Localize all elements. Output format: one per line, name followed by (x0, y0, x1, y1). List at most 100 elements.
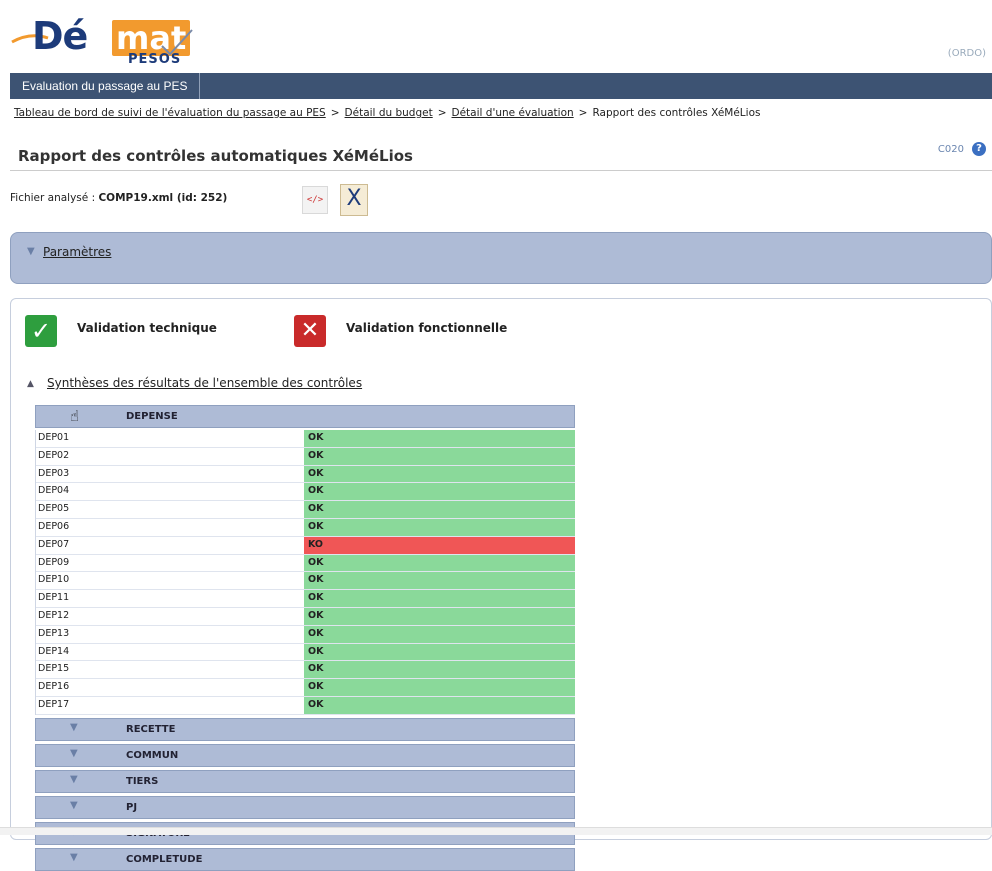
control-id: DEP16 (38, 681, 70, 693)
chevron-down-icon: ▼ (70, 773, 78, 785)
control-id: DEP11 (38, 592, 70, 604)
help-icon[interactable]: ? (972, 142, 986, 156)
control-id: DEP01 (38, 432, 70, 443)
synthesis-toggle-link[interactable]: Synthèses des résultats de l'ensemble de… (47, 376, 362, 390)
table-row: DEP09 OK (36, 554, 575, 573)
section-header-tiers[interactable]: ▼ TIERS (35, 769, 575, 793)
nav-tab-evaluation[interactable]: Evaluation du passage au PES (10, 73, 201, 99)
control-status: OK (304, 590, 575, 607)
table-row: DEP11 OK (36, 590, 575, 608)
logo-text-de: Dé (32, 14, 88, 58)
section-label: RECETTE (126, 723, 176, 735)
ordo-label: (ORDO) (947, 48, 986, 59)
control-id: DEP06 (38, 520, 70, 532)
title-row: Rapport des contrôles automatiques XéMéL… (10, 140, 992, 171)
section-label: DEPENSE (126, 411, 178, 422)
table-row: DEP06 OK (36, 518, 575, 537)
control-status: OK (304, 696, 575, 714)
file-label: Fichier analysé : (10, 192, 96, 204)
breadcrumb-separator: > (330, 107, 340, 119)
table-row: DEP17 OK (36, 696, 575, 715)
params-panel: ▼ Paramètres (10, 232, 992, 284)
table-row: DEP16 OK (36, 679, 575, 697)
depense-rows: DEP01 OK DEP02 OK DEP03 OK DEP04 OK DEP05 OK DEP06… (35, 430, 575, 715)
breadcrumb-link-budget[interactable]: Détail du budget (345, 107, 433, 119)
page-title: Rapport des contrôles automatiques XéMéL… (18, 147, 413, 165)
table-row: DEP10 OK (36, 572, 575, 591)
check-icon: ✓ (25, 315, 57, 347)
table-row: DEP05 OK (36, 501, 575, 519)
control-status: OK (304, 607, 575, 625)
control-id: DEP02 (38, 449, 70, 461)
file-name: COMP19.xml (id: 252) (98, 192, 228, 204)
chevron-up-icon[interactable]: ▲ (27, 379, 34, 389)
chevron-down-icon: ▼ (70, 721, 78, 733)
control-id: DEP13 (38, 627, 70, 639)
hand-cursor-icon: ☝ (70, 407, 80, 425)
params-toggle-link[interactable]: Paramètres (43, 245, 111, 259)
top-navbar: Evaluation du passage au PES (10, 73, 992, 99)
control-id: DEP07 (38, 538, 70, 550)
control-status: OK (304, 679, 575, 696)
control-status: OK (304, 483, 575, 501)
control-id: DEP04 (38, 485, 70, 497)
section-label: COMPLETUDE (126, 853, 203, 865)
table-row: DEP15 OK (36, 661, 575, 680)
control-status: OK (304, 625, 575, 643)
breadcrumb-current: Rapport des contrôles XéMéLios (592, 107, 761, 119)
section-header-completude[interactable]: ▼ COMPLETUDE (35, 847, 575, 871)
control-status: OK (304, 643, 575, 661)
demat-pesos-logo: Dé mat PESOS (10, 8, 200, 67)
validation-technique-label: Validation technique (77, 321, 217, 335)
control-status: OK (304, 465, 575, 483)
control-id: DEP15 (38, 663, 70, 675)
control-status: OK (304, 501, 575, 518)
breadcrumb-link-tableau[interactable]: Tableau de bord de suivi de l'évaluation… (14, 107, 326, 119)
section-label: COMMUN (126, 749, 179, 761)
screen-code: C020 (937, 144, 964, 155)
table-row: DEP01 OK (36, 430, 575, 448)
table-row: DEP02 OK (36, 447, 575, 466)
control-status: OK (304, 554, 575, 572)
chevron-down-icon: ▼ (70, 851, 78, 863)
breadcrumb-separator: > (437, 107, 447, 119)
table-row: DEP03 OK (36, 465, 575, 484)
control-status: OK (304, 447, 575, 465)
control-id: DEP12 (38, 609, 70, 621)
section-label: TIERS (126, 775, 159, 787)
table-row: DEP07 KO (36, 536, 575, 555)
table-row: DEP12 OK (36, 607, 575, 626)
control-id: DEP14 (38, 645, 70, 657)
table-row: DEP04 OK (36, 483, 575, 502)
section-header-commun[interactable]: ▼ COMMUN (35, 743, 575, 767)
collapsed-sections: ▼RECETTE▼COMMUN▼TIERS▼PJ▼SIGNATURE▼COMPL… (35, 717, 575, 871)
chevron-down-icon[interactable]: ▼ (27, 246, 35, 257)
section-label: PJ (126, 801, 138, 813)
breadcrumb-link-evaluation[interactable]: Détail d'une évaluation (452, 107, 574, 119)
cross-icon: ✕ (294, 315, 326, 347)
table-row: DEP14 OK (36, 643, 575, 662)
section-header-recette[interactable]: ▼ RECETTE (35, 717, 575, 741)
control-id: DEP17 (38, 698, 70, 710)
logo-text-pesos: PESOS (128, 52, 182, 67)
xml-file-icon[interactable]: </> (302, 186, 328, 214)
results-panel: ✓ Validation technique ✕ Validation fonc… (10, 298, 992, 871)
control-status: OK (304, 661, 575, 679)
control-id: DEP09 (38, 556, 70, 568)
section-header-pj[interactable]: ▼ PJ (35, 795, 575, 819)
controls-table: ☝ DEPENSE DEP01 OK DEP02 OK DEP03 OK DEP04 OK DE… (35, 405, 575, 871)
control-id: DEP10 (38, 574, 70, 586)
validation-fonctionnelle-label: Validation fonctionnelle (346, 321, 508, 335)
chevron-down-icon: ▼ (70, 747, 78, 759)
control-status: OK (304, 572, 575, 590)
control-status: OK (304, 430, 575, 447)
xemelios-icon[interactable]: X (340, 184, 368, 216)
control-id: DEP05 (38, 503, 70, 515)
control-id: DEP03 (38, 467, 70, 479)
file-info: Fichier analysé : COMP19.xml (id: 252) (10, 192, 227, 204)
section-header-depense[interactable]: ☝ DEPENSE (35, 405, 575, 428)
control-status: KO (304, 536, 575, 554)
control-status: OK (304, 518, 575, 536)
chevron-down-icon: ▼ (70, 799, 78, 811)
breadcrumb: Tableau de bord de suivi de l'évaluation… (14, 107, 760, 119)
